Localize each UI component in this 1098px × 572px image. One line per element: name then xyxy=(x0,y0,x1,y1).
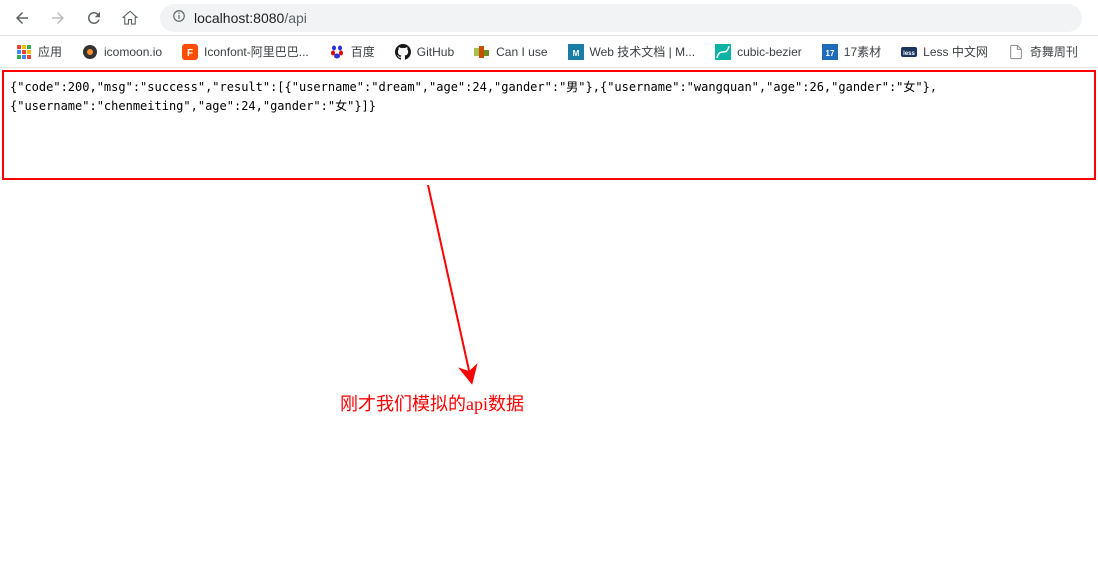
reload-button[interactable] xyxy=(80,4,108,32)
json-response-box: {"code":200,"msg":"success","result":[{"… xyxy=(2,70,1096,180)
bookmark-label: 17素材 xyxy=(844,43,881,60)
bookmark-label: cubic-bezier xyxy=(737,45,802,59)
forward-button[interactable] xyxy=(44,4,72,32)
iconfont-icon: F xyxy=(182,44,198,60)
less-icon: less xyxy=(901,44,917,60)
svg-text:M: M xyxy=(572,49,579,58)
annotation-arrow xyxy=(420,185,500,385)
bookmark-label: icomoon.io xyxy=(104,45,162,59)
bookmark-baidu[interactable]: 百度 xyxy=(321,39,383,64)
apps-shortcut[interactable]: 应用 xyxy=(8,39,70,64)
bookmark-label: Less 中文网 xyxy=(923,43,988,60)
svg-text:F: F xyxy=(187,48,193,59)
bookmark-iconfont[interactable]: F Iconfont-阿里巴巴... xyxy=(174,39,317,64)
address-bar[interactable]: localhost:8080/api xyxy=(160,4,1082,32)
bookmark-less[interactable]: less Less 中文网 xyxy=(893,39,996,64)
bookmark-label: Web 技术文档 | M... xyxy=(590,43,696,60)
mdn-icon: M xyxy=(568,44,584,60)
svg-text:less: less xyxy=(903,51,915,57)
bookmark-mdn[interactable]: M Web 技术文档 | M... xyxy=(560,39,704,64)
bookmark-cubic-bezier[interactable]: cubic-bezier xyxy=(707,40,810,64)
url-text: localhost:8080/api xyxy=(194,10,307,26)
bookmark-17sucai[interactable]: 17 17素材 xyxy=(814,39,889,64)
annotation-text: 刚才我们模拟的api数据 xyxy=(340,390,524,416)
caniuse-icon xyxy=(474,44,490,60)
17sucai-icon: 17 xyxy=(822,44,838,60)
bookmark-github[interactable]: GitHub xyxy=(387,40,462,64)
json-line-1: {"code":200,"msg":"success","result":[{"… xyxy=(10,78,1088,97)
browser-toolbar: localhost:8080/api xyxy=(0,0,1098,36)
bookmarks-bar: 应用 icomoon.io F Iconfont-阿里巴巴... 百度 GitH… xyxy=(0,36,1098,68)
bookmark-icomoon[interactable]: icomoon.io xyxy=(74,40,170,64)
baidu-icon xyxy=(329,44,345,60)
home-button[interactable] xyxy=(116,4,144,32)
bookmark-label: GitHub xyxy=(417,45,454,59)
bookmark-label: 奇舞周刊 xyxy=(1030,43,1078,60)
bookmark-label: Can I use xyxy=(496,45,547,59)
apps-icon xyxy=(16,44,32,60)
svg-text:17: 17 xyxy=(825,49,834,58)
file-icon xyxy=(1008,44,1024,60)
bookmark-label: Iconfont-阿里巴巴... xyxy=(204,43,309,60)
back-button[interactable] xyxy=(8,4,36,32)
bookmark-caniuse[interactable]: Can I use xyxy=(466,40,555,64)
info-icon[interactable] xyxy=(172,9,186,26)
page-content: {"code":200,"msg":"success","result":[{"… xyxy=(0,70,1098,180)
json-line-2: {"username":"chenmeiting","age":24,"gand… xyxy=(10,97,1088,116)
cubic-bezier-icon xyxy=(715,44,731,60)
github-icon xyxy=(395,44,411,60)
icomoon-icon xyxy=(82,44,98,60)
apps-label: 应用 xyxy=(38,43,62,60)
bookmark-qiwu[interactable]: 奇舞周刊 xyxy=(1000,39,1086,64)
bookmark-label: 百度 xyxy=(351,43,375,60)
